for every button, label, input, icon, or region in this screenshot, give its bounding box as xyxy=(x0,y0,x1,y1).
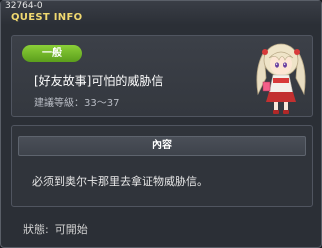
status-value: 可開始 xyxy=(54,223,88,236)
recommended-level: 建議等級：33～37 xyxy=(34,98,120,109)
quest-content-panel: 內容 必须到奥尔卡那里去拿证物威胁信。 xyxy=(11,125,313,207)
title-bar[interactable]: 32764-0 QUEST INFO xyxy=(1,1,321,25)
category-badge: 一般 xyxy=(22,45,82,62)
npc-portrait-icon xyxy=(256,43,306,114)
quest-summary-panel: 一般 [好友故事]可怕的威胁信 建議等級：33～37 xyxy=(11,35,313,117)
quest-id: 32764-0 xyxy=(5,1,43,11)
quest-info-window: 32764-0 QUEST INFO 一般 [好友故事]可怕的威胁信 建議等級：… xyxy=(0,0,322,248)
content-header: 內容 xyxy=(18,136,306,156)
window-title: QUEST INFO xyxy=(11,12,83,23)
quest-status: 狀態: 可開始 xyxy=(23,221,88,237)
content-description: 必须到奥尔卡那里去拿证物威胁信。 xyxy=(32,175,208,188)
status-label: 狀態: xyxy=(23,223,49,236)
quest-title: [好友故事]可怕的威胁信 xyxy=(34,74,164,88)
